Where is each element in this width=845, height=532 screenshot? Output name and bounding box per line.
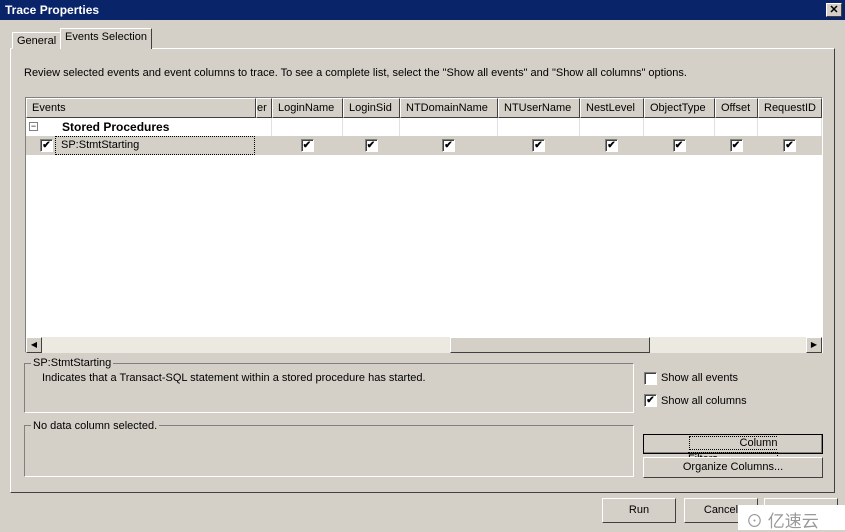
show-all-events-label[interactable]: Show all events [661, 372, 738, 384]
run-button[interactable]: Run [602, 498, 676, 523]
grid-line [399, 118, 400, 136]
column-checkbox[interactable]: ✔ [300, 139, 314, 152]
close-icon[interactable]: ✕ [826, 3, 842, 17]
column-header[interactable]: Offset [715, 98, 758, 118]
tab-events-selection[interactable]: Events Selection [60, 28, 152, 49]
events-grid[interactable]: Events er LoginName LoginSid NTDomainName NTU… [25, 97, 823, 353]
show-all-columns-label[interactable]: Show all columns [661, 395, 747, 407]
column-header[interactable]: NTUserName [498, 98, 580, 118]
grid-line [271, 118, 272, 136]
event-description-box: SP:StmtStarting Indicates that a Transac… [24, 357, 634, 413]
column-description-box: No data column selected. [24, 420, 634, 477]
column-header[interactable]: NestLevel [580, 98, 644, 118]
scroll-right-icon[interactable]: ▶ [806, 337, 822, 353]
column-header[interactable]: RequestID [758, 98, 822, 118]
instructions-text: Review selected events and event columns… [24, 67, 687, 79]
scroll-thumb[interactable] [450, 337, 650, 353]
grid-line [497, 118, 498, 136]
group-label: Stored Procedures [62, 120, 170, 134]
grid-line [714, 118, 715, 136]
grid-line [757, 118, 758, 136]
tab-label: General [17, 35, 57, 47]
column-checkbox[interactable]: ✔ [605, 139, 618, 152]
show-all-columns-checkbox[interactable]: ✔ [644, 394, 657, 407]
grid-line [342, 118, 343, 136]
column-checkbox[interactable]: ✔ [364, 139, 378, 152]
column-description-text: No data column selected. [31, 420, 160, 432]
column-header[interactable]: LoginSid [343, 98, 400, 118]
organize-columns-button[interactable]: Organize Columns... [643, 457, 823, 478]
column-checkbox[interactable]: ✔ [442, 139, 455, 152]
column-header[interactable]: ObjectType [644, 98, 715, 118]
watermark-logo: ⊙ 亿速云 [738, 505, 845, 531]
show-all-events-checkbox[interactable] [644, 372, 657, 385]
column-header[interactable]: er [256, 98, 272, 118]
table-row[interactable]: ✔ SP:StmtStarting ✔ ✔ ✔ ✔ ✔ ✔ ✔ ✔ [26, 136, 822, 155]
column-header[interactable]: NTDomainName [400, 98, 498, 118]
collapse-icon[interactable]: − [29, 122, 38, 131]
tab-general[interactable]: General [12, 32, 62, 49]
event-checkbox[interactable]: ✔ [40, 139, 53, 152]
description-title: SP:StmtStarting [31, 357, 114, 369]
grid-line [579, 118, 580, 136]
column-checkbox[interactable]: ✔ [783, 139, 796, 152]
event-name: SP:StmtStarting [55, 136, 255, 155]
scroll-left-icon[interactable]: ◀ [26, 337, 42, 353]
horizontal-scrollbar[interactable]: ◀ ▶ [26, 337, 822, 353]
grid-line [643, 118, 644, 136]
grid-line [821, 118, 822, 136]
column-header[interactable]: Events [26, 98, 256, 118]
description-text: Indicates that a Transact-SQL statement … [42, 372, 426, 384]
group-row[interactable]: − Stored Procedures [26, 118, 822, 136]
title-bar: Trace Properties [0, 0, 845, 20]
column-checkbox[interactable]: ✔ [672, 139, 686, 152]
column-header[interactable]: LoginName [272, 98, 343, 118]
tab-label: Events Selection [65, 31, 147, 43]
column-filters-button[interactable]: Column Filters... [643, 434, 823, 466]
window-title: Trace Properties [5, 3, 100, 17]
column-checkbox[interactable]: ✔ [729, 139, 743, 152]
column-checkbox[interactable]: ✔ [532, 139, 545, 152]
